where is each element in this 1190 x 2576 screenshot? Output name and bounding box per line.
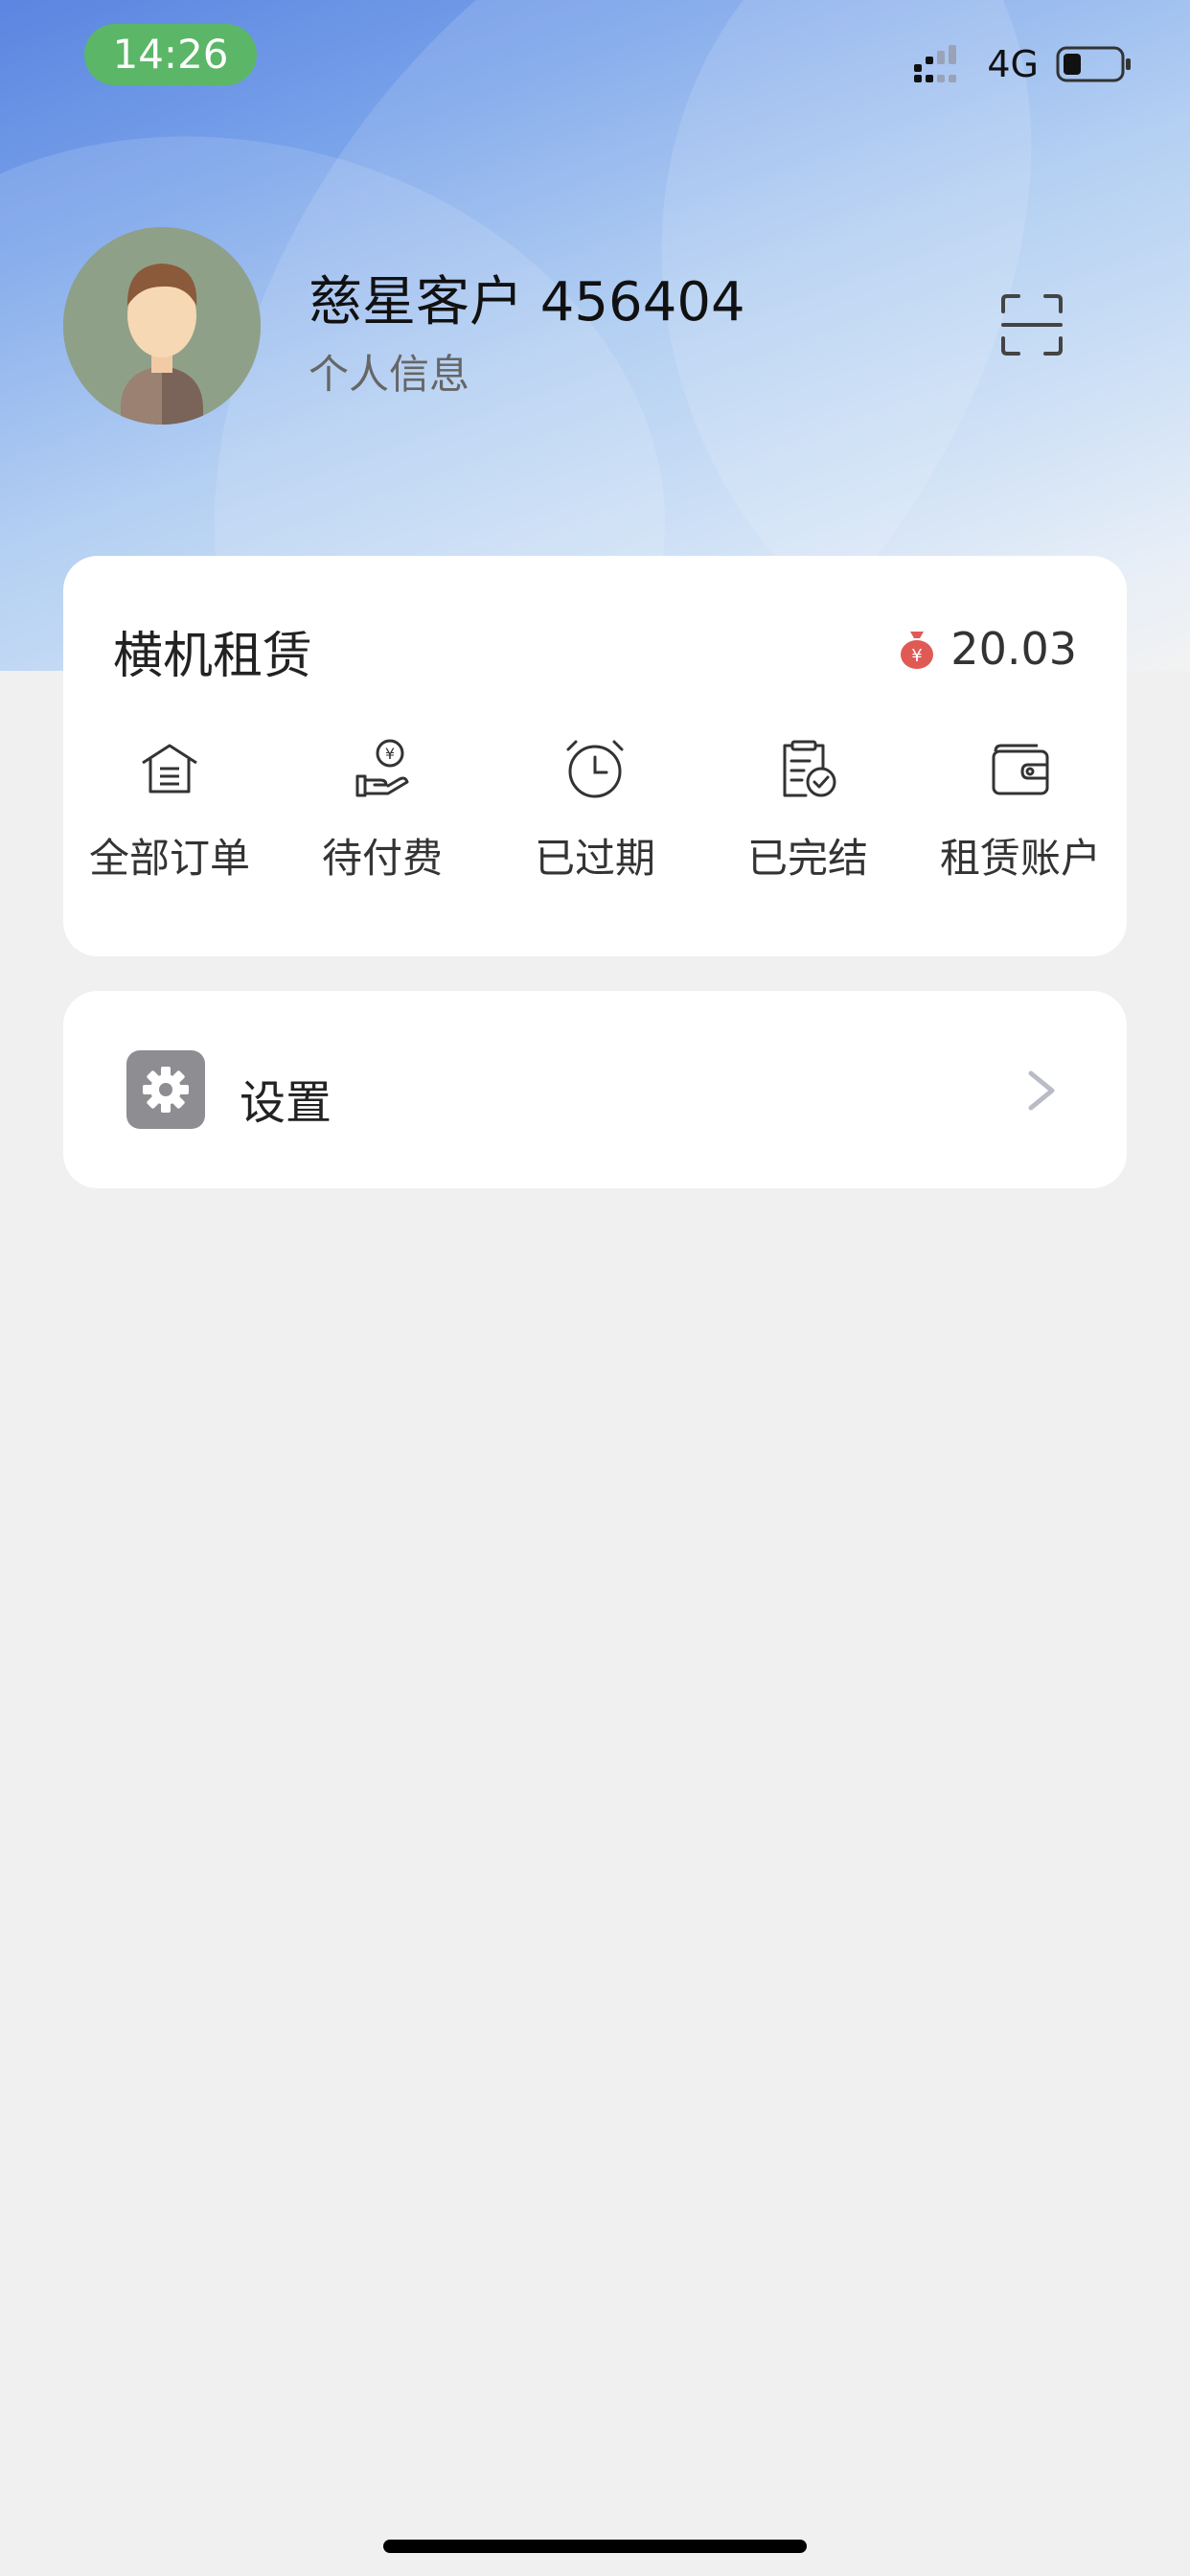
- completed-label: 已完结: [746, 835, 868, 882]
- svg-text:¥: ¥: [385, 745, 395, 763]
- orders-icon: [142, 744, 197, 794]
- svg-text:¥: ¥: [912, 646, 923, 666]
- rental-account-button[interactable]: 租赁账户: [914, 738, 1127, 910]
- expired-button[interactable]: 已过期: [489, 738, 701, 910]
- avatar[interactable]: [63, 227, 261, 425]
- status-bar-right: 4G: [912, 40, 1133, 88]
- settings-label: 设置: [240, 1076, 332, 1130]
- all-orders-label: 全部订单: [88, 835, 250, 882]
- rental-title: 横机租赁: [113, 628, 313, 685]
- alarm-clock-icon: [566, 740, 624, 798]
- settings-row[interactable]: 设置: [63, 991, 1127, 1188]
- balance-value: 20.03: [950, 623, 1077, 675]
- rental-actions: 全部订单 ¥ 待付费 已过期 已完结 租赁账户: [63, 738, 1127, 910]
- pending-payment-button[interactable]: ¥ 待付费: [276, 738, 489, 910]
- all-orders-button[interactable]: 全部订单: [63, 738, 276, 910]
- completed-button[interactable]: 已完结: [701, 738, 914, 910]
- network-type: 4G: [987, 43, 1039, 85]
- chevron-right-icon: [1028, 1070, 1055, 1111]
- pending-payment-label: 待付费: [321, 835, 443, 882]
- signal-icon: [914, 45, 957, 82]
- wallet-icon: [992, 744, 1049, 795]
- scan-icon[interactable]: [999, 292, 1064, 357]
- username: 慈星客户 456404: [309, 271, 745, 334]
- rental-card: 横机租赁 ¥ 20.03 全部订单 ¥ 待付费 已过期 已完结 租赁账户: [63, 556, 1127, 956]
- completed-document-icon: [783, 740, 836, 797]
- status-time: 14:26: [84, 24, 257, 85]
- balance[interactable]: ¥ 20.03: [899, 623, 1077, 675]
- payment-pending-icon: ¥: [355, 739, 409, 797]
- rental-account-label: 租赁账户: [939, 835, 1101, 882]
- home-indicator[interactable]: [383, 2540, 807, 2553]
- battery-icon: [1056, 46, 1131, 82]
- gear-icon: [126, 1050, 205, 1129]
- expired-label: 已过期: [534, 835, 655, 882]
- money-bag-icon: ¥: [901, 632, 934, 669]
- personal-info-link[interactable]: 个人信息: [309, 342, 469, 401]
